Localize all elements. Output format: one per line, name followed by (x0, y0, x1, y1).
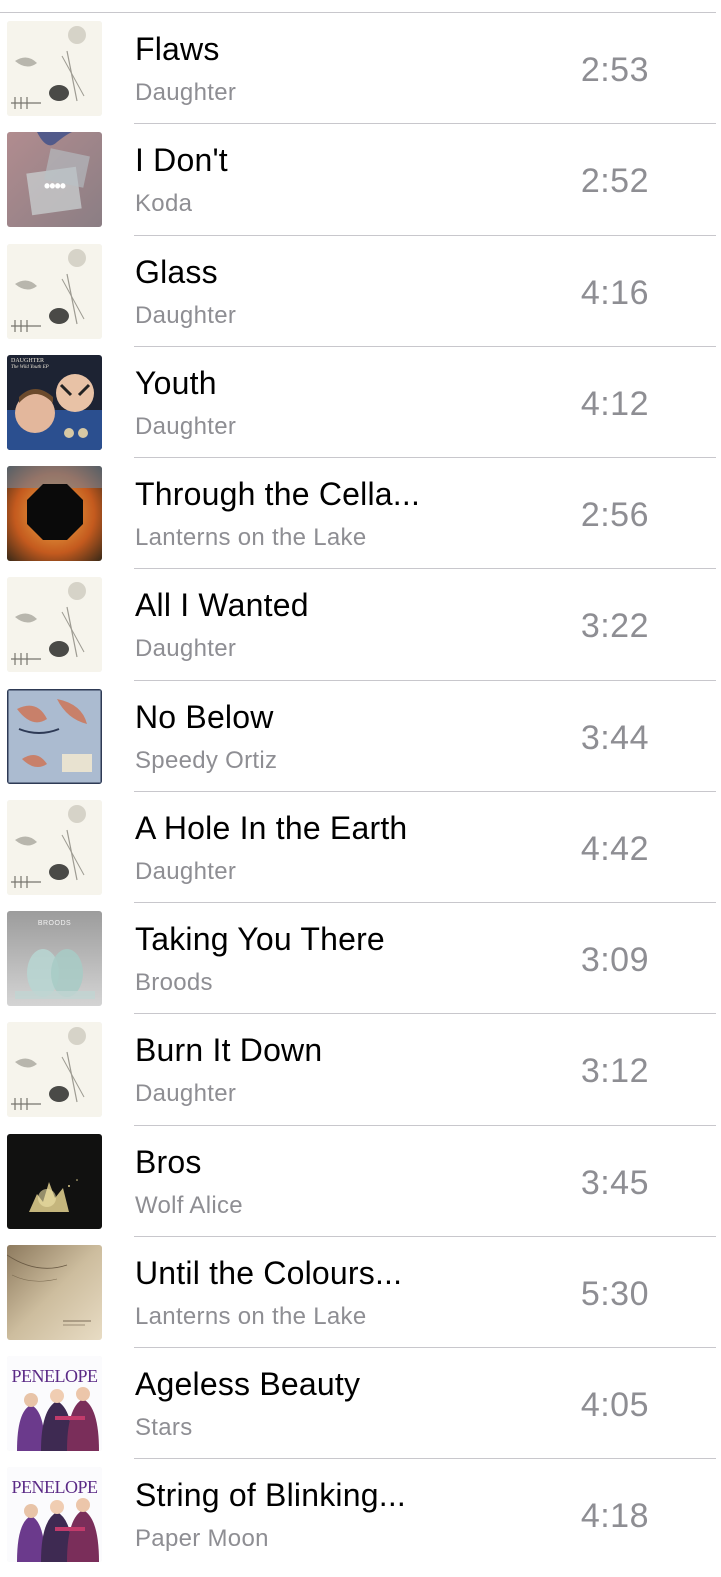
song-row[interactable]: Bros Wolf Alice 3:45 (0, 1126, 721, 1238)
song-duration: 4:42 (580, 829, 649, 868)
song-artist: Daughter (135, 857, 237, 885)
song-artist: Lanterns on the Lake (135, 1302, 367, 1330)
album-art (7, 243, 102, 339)
song-artist: Koda (135, 190, 193, 218)
album-art (7, 799, 102, 895)
album-art (7, 1022, 102, 1118)
album-art (7, 688, 102, 784)
song-duration: 3:22 (580, 607, 649, 646)
song-duration: 3:09 (580, 941, 649, 979)
art-badge: •••• (43, 176, 66, 197)
song-artist: Stars (135, 1414, 193, 1441)
song-artist: Paper Moon (135, 1525, 269, 1553)
song-artist: Daughter (135, 79, 237, 106)
art-text: PENELOPE (11, 1366, 99, 1386)
song-title: No Below (135, 698, 274, 735)
song-title: A Hole In the Earth (135, 809, 408, 846)
song-artist: Daughter (135, 301, 237, 329)
song-duration: 4:16 (580, 273, 649, 312)
song-row[interactable]: A Hole In the Earth Daughter 4:42 (0, 792, 721, 904)
song-row[interactable]: PENELOPE String of Blinking... Paper Moo… (0, 1459, 721, 1570)
song-duration: 4:12 (580, 384, 649, 423)
song-title: Through the Cella... (135, 476, 421, 512)
album-art: DAUGHTER The Wild Youth EP (7, 354, 102, 450)
album-art: PENELOPE (7, 1467, 102, 1563)
song-duration: 2:52 (580, 162, 649, 201)
album-art (7, 21, 102, 116)
song-row[interactable]: No Below Speedy Ortiz 3:44 (0, 681, 721, 793)
song-duration: 2:53 (580, 51, 649, 89)
song-title: I Don't (135, 142, 228, 179)
album-art: PENELOPE (7, 1356, 102, 1451)
song-artist: Lanterns on the Lake (135, 524, 367, 551)
song-duration: 3:45 (580, 1163, 649, 1202)
song-row[interactable]: Burn It Down Daughter 3:12 (0, 1014, 721, 1126)
song-title: Youth (135, 364, 217, 401)
song-artist: Speedy Ortiz (135, 746, 278, 774)
song-artist: Daughter (135, 635, 237, 663)
album-art: BROODS (7, 911, 102, 1006)
album-art (7, 466, 102, 561)
art-subtext: The Wild Youth EP (11, 364, 49, 370)
song-artist: Daughter (135, 412, 237, 440)
song-title: All I Wanted (135, 587, 309, 624)
art-text: PENELOPE (11, 1477, 99, 1498)
song-duration: 3:44 (580, 718, 649, 757)
song-row[interactable]: Glass Daughter 4:16 (0, 236, 721, 348)
album-art (7, 577, 102, 673)
song-artist: Daughter (135, 1080, 237, 1108)
song-title: Ageless Beauty (135, 1366, 361, 1402)
song-title: Glass (135, 253, 218, 290)
art-text: DAUGHTER (11, 357, 44, 364)
album-art: •••• (7, 132, 102, 228)
song-duration: 5:30 (580, 1274, 649, 1313)
album-art (7, 1133, 102, 1229)
song-list: Flaws Daughter 2:53 •••• I Don't Koda 2:… (0, 13, 721, 1571)
art-text: BROODS (37, 920, 72, 927)
album-art (7, 1244, 102, 1340)
song-duration: 4:05 (580, 1386, 649, 1424)
song-title: String of Blinking... (135, 1477, 406, 1514)
song-artist: Broods (135, 969, 213, 996)
song-row[interactable]: PENELOPE Ageless Beauty Stars 4:05 (0, 1348, 721, 1460)
song-title: Until the Colours... (135, 1254, 403, 1291)
song-row[interactable]: •••• I Don't Koda 2:52 (0, 124, 721, 236)
song-row[interactable]: All I Wanted Daughter 3:22 (0, 569, 721, 681)
song-title: Bros (135, 1143, 202, 1180)
song-row[interactable]: BROODS Taking You There Broods 3:09 (0, 903, 721, 1015)
song-row[interactable]: Flaws Daughter 2:53 (0, 13, 721, 125)
song-artist: Wolf Alice (135, 1191, 243, 1219)
song-duration: 4:18 (580, 1497, 649, 1536)
song-row[interactable]: Through the Cella... Lanterns on the Lak… (0, 458, 721, 570)
song-title: Flaws (135, 31, 220, 67)
song-row[interactable]: DAUGHTER The Wild Youth EP Youth Daughte… (0, 347, 721, 459)
song-duration: 2:56 (580, 496, 649, 534)
song-duration: 3:12 (580, 1052, 649, 1091)
song-title: Burn It Down (135, 1032, 323, 1069)
song-row[interactable]: Until the Colours... Lanterns on the Lak… (0, 1237, 721, 1349)
song-title: Taking You There (135, 921, 385, 957)
